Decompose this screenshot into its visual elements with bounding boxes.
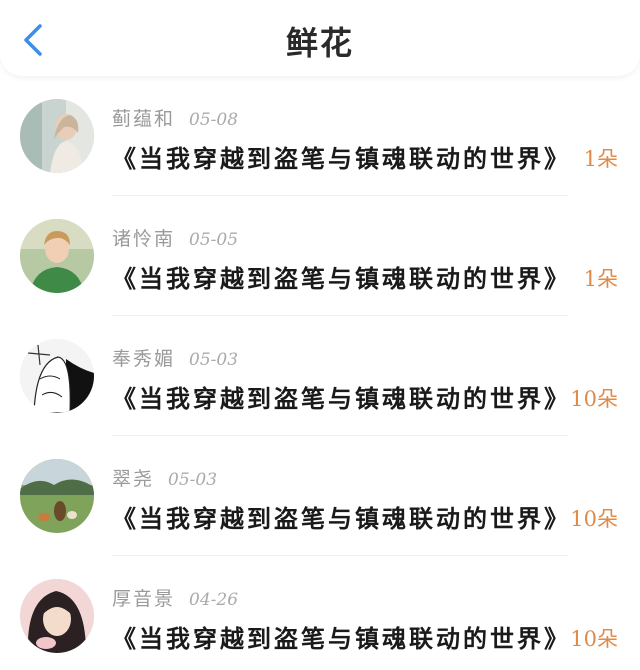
top-bar: 鲜花 [0, 0, 640, 76]
avatar[interactable] [20, 339, 94, 413]
date: 04-26 [189, 590, 239, 610]
avatar[interactable] [20, 579, 94, 653]
book-title[interactable]: 《当我穿越到盗笔与镇魂联动的世界》 [112, 139, 571, 174]
date: 05-03 [189, 350, 239, 370]
flower-count: 10朵 [570, 627, 618, 651]
divider [112, 435, 568, 436]
avatar[interactable] [20, 459, 94, 533]
meta-line: 厚音景 04-26 [112, 584, 238, 611]
flower-count: 1朵 [583, 267, 618, 291]
book-title[interactable]: 《当我穿越到盗笔与镇魂联动的世界》 [112, 259, 571, 294]
flower-count: 10朵 [570, 507, 618, 531]
meta-line: 翠尧 05-03 [112, 464, 217, 491]
user-name: 厚音景 [112, 588, 176, 610]
page-title: 鲜花 [285, 24, 354, 62]
list-item[interactable]: 厚音景 04-26 《当我穿越到盗笔与镇魂联动的世界》 10朵 [0, 572, 640, 670]
book-title[interactable]: 《当我穿越到盗笔与镇魂联动的世界》 [112, 499, 571, 534]
flower-list: 蓟蕴和 05-08 《当我穿越到盗笔与镇魂联动的世界》 1朵 诸怜南 05-05 《… [0, 92, 640, 670]
book-title[interactable]: 《当我穿越到盗笔与镇魂联动的世界》 [112, 619, 571, 654]
flower-count: 1朵 [583, 147, 618, 171]
list-item[interactable]: 奉秀媚 05-03 《当我穿越到盗笔与镇魂联动的世界》 10朵 [0, 332, 640, 452]
divider [112, 315, 568, 316]
list-item[interactable]: 诸怜南 05-05 《当我穿越到盗笔与镇魂联动的世界》 1朵 [0, 212, 640, 332]
date: 05-03 [168, 470, 218, 490]
app-screen: 鲜花 蓟蕴和 05-08 《当我穿越到盗笔与镇魂联动的世界》 1朵 诸怜南 05… [0, 0, 640, 670]
list-item[interactable]: 蓟蕴和 05-08 《当我穿越到盗笔与镇魂联动的世界》 1朵 [0, 92, 640, 212]
avatar[interactable] [20, 219, 94, 293]
divider [112, 555, 568, 556]
book-title[interactable]: 《当我穿越到盗笔与镇魂联动的世界》 [112, 379, 571, 414]
user-name: 诸怜南 [112, 228, 176, 250]
user-name: 翠尧 [112, 468, 155, 490]
meta-line: 奉秀媚 05-03 [112, 344, 238, 371]
user-name: 蓟蕴和 [112, 108, 176, 130]
date: 05-08 [189, 110, 239, 130]
list-item[interactable]: 翠尧 05-03 《当我穿越到盗笔与镇魂联动的世界》 10朵 [0, 452, 640, 572]
meta-line: 诸怜南 05-05 [112, 224, 238, 251]
date: 05-05 [189, 230, 239, 250]
flower-count: 10朵 [570, 387, 618, 411]
user-name: 奉秀媚 [112, 348, 176, 370]
divider [112, 195, 568, 196]
meta-line: 蓟蕴和 05-08 [112, 104, 238, 131]
avatar[interactable] [20, 99, 94, 173]
